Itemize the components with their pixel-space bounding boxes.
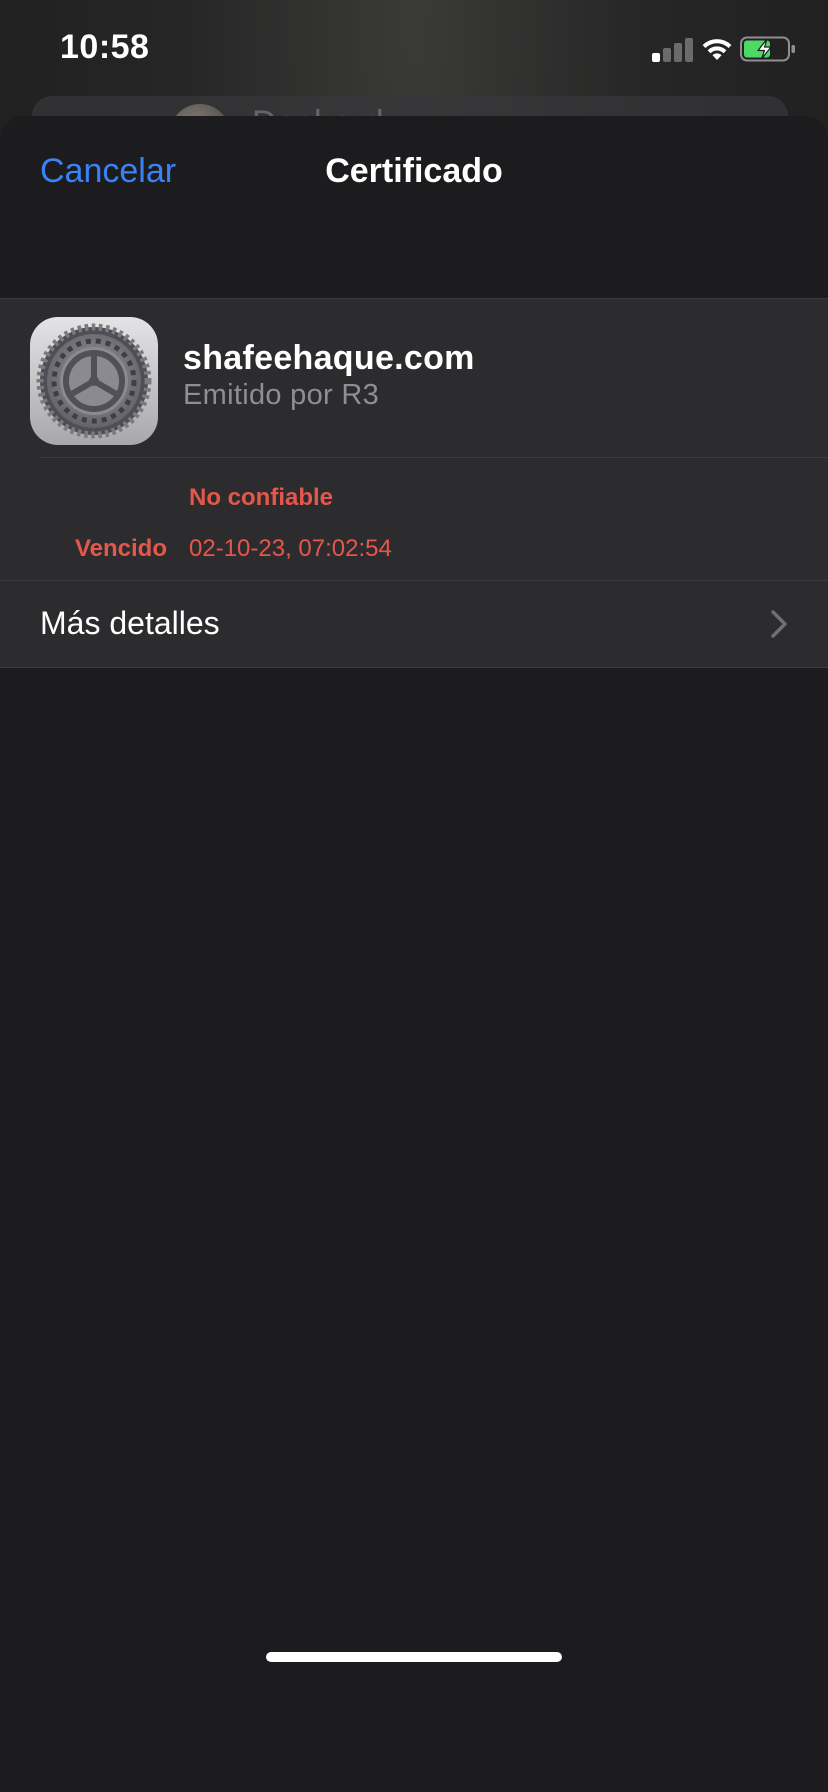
certificate-issuer: Emitido por R3 [183, 379, 379, 411]
more-details-row[interactable]: Más detalles [0, 581, 828, 667]
cancel-button[interactable]: Cancelar [40, 152, 176, 191]
more-details-label: Más detalles [40, 605, 220, 641]
navigation-bar: Certificado Cancelar [0, 116, 828, 298]
certificate-domain: shafeehaque.com [183, 339, 475, 377]
wifi-icon [702, 39, 732, 60]
settings-gear-icon [30, 317, 158, 445]
status-bar: 10:58 [0, 0, 828, 100]
expires-label: Vencido [74, 535, 167, 562]
certificate-sheet: Certificado Cancelar shafeehaque.com Emi… [0, 116, 828, 1792]
expires-value: 02-10-23, 07:02:54 [189, 535, 392, 562]
status-time: 10:58 [60, 28, 150, 66]
chevron-right-icon [771, 610, 787, 638]
battery-charging-icon [740, 36, 795, 62]
certificate-group: shafeehaque.com Emitido por R3 No confia… [0, 298, 828, 668]
certificate-details: No confiable Vencido 02-10-23, 07:02:54 [0, 458, 828, 580]
home-indicator[interactable] [266, 1652, 562, 1662]
cellular-signal-icon [652, 36, 693, 62]
certificate-header: shafeehaque.com Emitido por R3 [0, 299, 828, 457]
trust-status-label: No confiable [189, 484, 334, 511]
